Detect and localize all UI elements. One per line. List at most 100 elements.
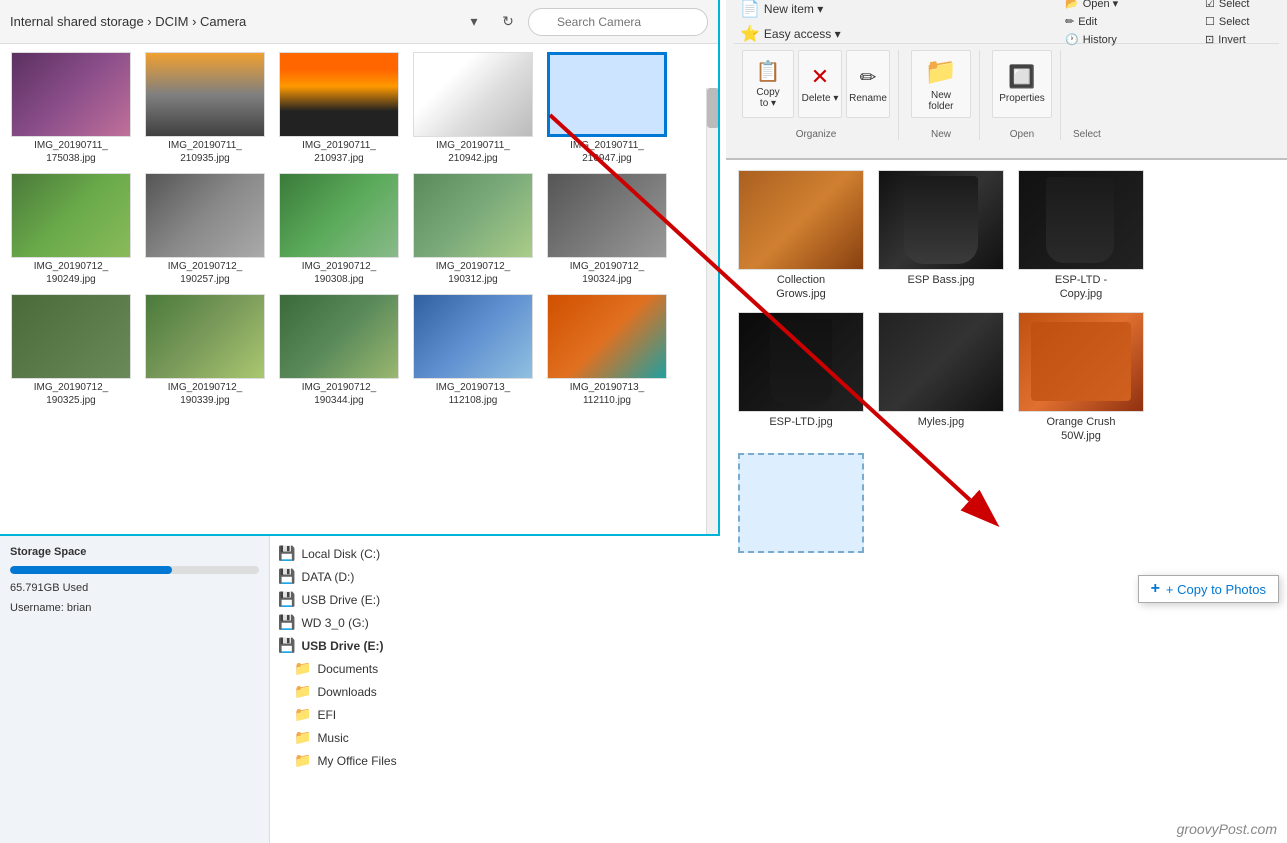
scroll-thumb[interactable] [707,88,718,128]
open-buttons: 🔲 Properties [992,50,1052,125]
invert-btn[interactable]: ⊡ Invert [1199,31,1279,48]
file-label: IMG_20190711_210937.jpg [302,139,376,165]
content-thumbnail [878,312,1004,412]
tree-item-documents[interactable]: 📁 Documents [270,657,720,680]
easy-access-btn[interactable]: ⭐ Easy access ▾ [734,22,864,46]
drop-target-area[interactable] [738,453,864,553]
copy-to-photos-btn[interactable]: + + Copy to Photos [1138,575,1279,603]
storage-label: Storage Space [10,546,259,558]
content-label: Orange Crush50W.jpg [1046,415,1115,444]
list-item[interactable]: IMG_20190712_190324.jpg [544,173,670,286]
tree-item-localdisk[interactable]: 💾 Local Disk (C:) [270,542,720,565]
grid-row: IMG_20190712_190325.jpg IMG_20190712_190… [8,294,704,407]
grid-row: IMG_20190712_190249.jpg IMG_20190712_190… [8,173,704,286]
thumbnail [547,294,667,379]
tree-item-data[interactable]: 💾 DATA (D:) [270,565,720,588]
list-item[interactable]: IMG_20190712_190249.jpg [8,173,134,286]
thumbnail [11,294,131,379]
dropdown-btn[interactable]: ▾ [460,8,488,36]
file-label: IMG_20190712_190325.jpg [34,381,109,407]
tree-item-label: WD 3_0 (G:) [301,616,368,630]
list-item[interactable]: IMG_20190712_190325.jpg [8,294,134,407]
invert-icon: ⊡ [1205,33,1214,46]
properties-icon: 🔲 [1008,64,1035,90]
tree-item-music[interactable]: 📁 Music [270,726,720,749]
vertical-scrollbar[interactable]: ▲ ▼ [706,88,718,578]
left-bottom-panel: Storage Space 65.791GB Used Username: br… [0,534,720,843]
select-icon: ☐ [1205,15,1215,28]
content-item-esp-copy[interactable]: ESP-LTD -Copy.jpg [1016,170,1146,302]
list-item[interactable]: IMG_20190712_190308.jpg [276,173,402,286]
disk-icon: 💾 [278,591,295,608]
list-item[interactable]: IMG_20190711_210947.jpg [544,52,670,165]
ribbon-top: 📄 New item ▾ ⭐ Easy access ▾ 📂 Open ▾ ✏ [734,4,1279,44]
content-item-orange[interactable]: Orange Crush50W.jpg [1016,312,1146,444]
select-none-btn[interactable]: ☐ Select [1199,13,1279,30]
refresh-btn[interactable]: ↻ [494,8,522,36]
copy-to-btn[interactable]: 📋 Copyto ▾ [742,50,794,118]
open-btn[interactable]: 📂 Open ▾ [1059,0,1189,12]
username-row: Username: brian [10,602,259,614]
new-folder-icon: 📁 [925,56,957,87]
select-none-label: Select [1219,16,1250,28]
content-label: ESP Bass.jpg [907,273,974,287]
list-item[interactable]: IMG_20190711_175038.jpg [8,52,134,165]
list-item[interactable]: IMG_20190711_210942.jpg [410,52,536,165]
file-label: IMG_20190712_190308.jpg [302,260,377,286]
search-input[interactable] [528,8,708,36]
file-label: IMG_20190713_112110.jpg [570,381,645,407]
content-item-collection[interactable]: CollectionGrows.jpg [736,170,866,302]
content-item-espltd[interactable]: ESP-LTD.jpg [736,312,866,444]
open-group-label: Open [1010,125,1034,140]
tree-item-usb-e[interactable]: 💾 USB Drive (E:) [270,588,720,611]
search-wrapper: 🔍 [528,8,708,36]
content-label: CollectionGrows.jpg [776,273,826,302]
content-item-drop-target[interactable] [736,453,866,556]
thumbnail [279,173,399,258]
new-folder-btn[interactable]: 📁 Newfolder [911,50,971,118]
list-item[interactable]: IMG_20190713_112110.jpg [544,294,670,407]
content-thumbnail [1018,312,1144,412]
tree-item-wd[interactable]: 💾 WD 3_0 (G:) [270,611,720,634]
organize-label: Organize [796,125,837,140]
select-group: Select [1065,50,1109,140]
new-item-icon: 📄 [740,0,760,19]
thumbnail [413,52,533,137]
edit-btn[interactable]: ✏ Edit [1059,13,1189,30]
content-item-espbass[interactable]: ESP Bass.jpg [876,170,1006,302]
tree-item-efi[interactable]: 📁 EFI [270,703,720,726]
properties-btn[interactable]: 🔲 Properties [992,50,1052,118]
list-item[interactable]: IMG_20190711_210937.jpg [276,52,402,165]
easy-access-label: Easy access ▾ [764,27,841,41]
list-item[interactable]: IMG_20190712_190344.jpg [276,294,402,407]
folder-icon: 📁 [294,729,311,746]
invert-label: Invert [1218,34,1246,46]
new-folder-label: Newfolder [928,90,953,112]
edit-icon: ✏ [1065,15,1074,28]
list-item[interactable]: IMG_20190713_112108.jpg [410,294,536,407]
history-btn[interactable]: 🕐 History [1059,31,1189,48]
tree-item-downloads[interactable]: 📁 Downloads [270,680,720,703]
rename-btn[interactable]: ✏ Rename [846,50,890,118]
thumbnail [413,294,533,379]
tree-item-usb-e2[interactable]: 💾 USB Drive (E:) [270,634,720,657]
list-item[interactable]: IMG_20190711_210935.jpg [142,52,268,165]
folder-icon: 📁 [294,706,311,723]
delete-btn[interactable]: ✕ Delete ▾ [798,50,842,118]
history-icon: 🕐 [1065,33,1079,46]
copy-to-icon: 📋 [756,59,781,84]
list-item[interactable]: IMG_20190712_190257.jpg [142,173,268,286]
tree-item-myoffice[interactable]: 📁 My Office Files [270,749,720,772]
list-item[interactable]: IMG_20190712_190339.jpg [142,294,268,407]
new-label: New [931,125,951,140]
copy-to-photos-icon: + [1151,580,1160,598]
new-item-btn[interactable]: 📄 New item ▾ [734,0,864,21]
tree-item-label: My Office Files [317,754,396,768]
select-all-btn[interactable]: ☑ Select [1199,0,1279,12]
open-group: 🔲 Properties Open [984,50,1061,140]
ribbon-main: 📋 Copyto ▾ ✕ Delete ▾ ✏ Rename [734,44,1279,159]
list-item[interactable]: IMG_20190712_190312.jpg [410,173,536,286]
file-label: IMG_20190712_190257.jpg [168,260,243,286]
thumbnail-selected [547,52,667,137]
content-item-myles[interactable]: Myles.jpg [876,312,1006,444]
